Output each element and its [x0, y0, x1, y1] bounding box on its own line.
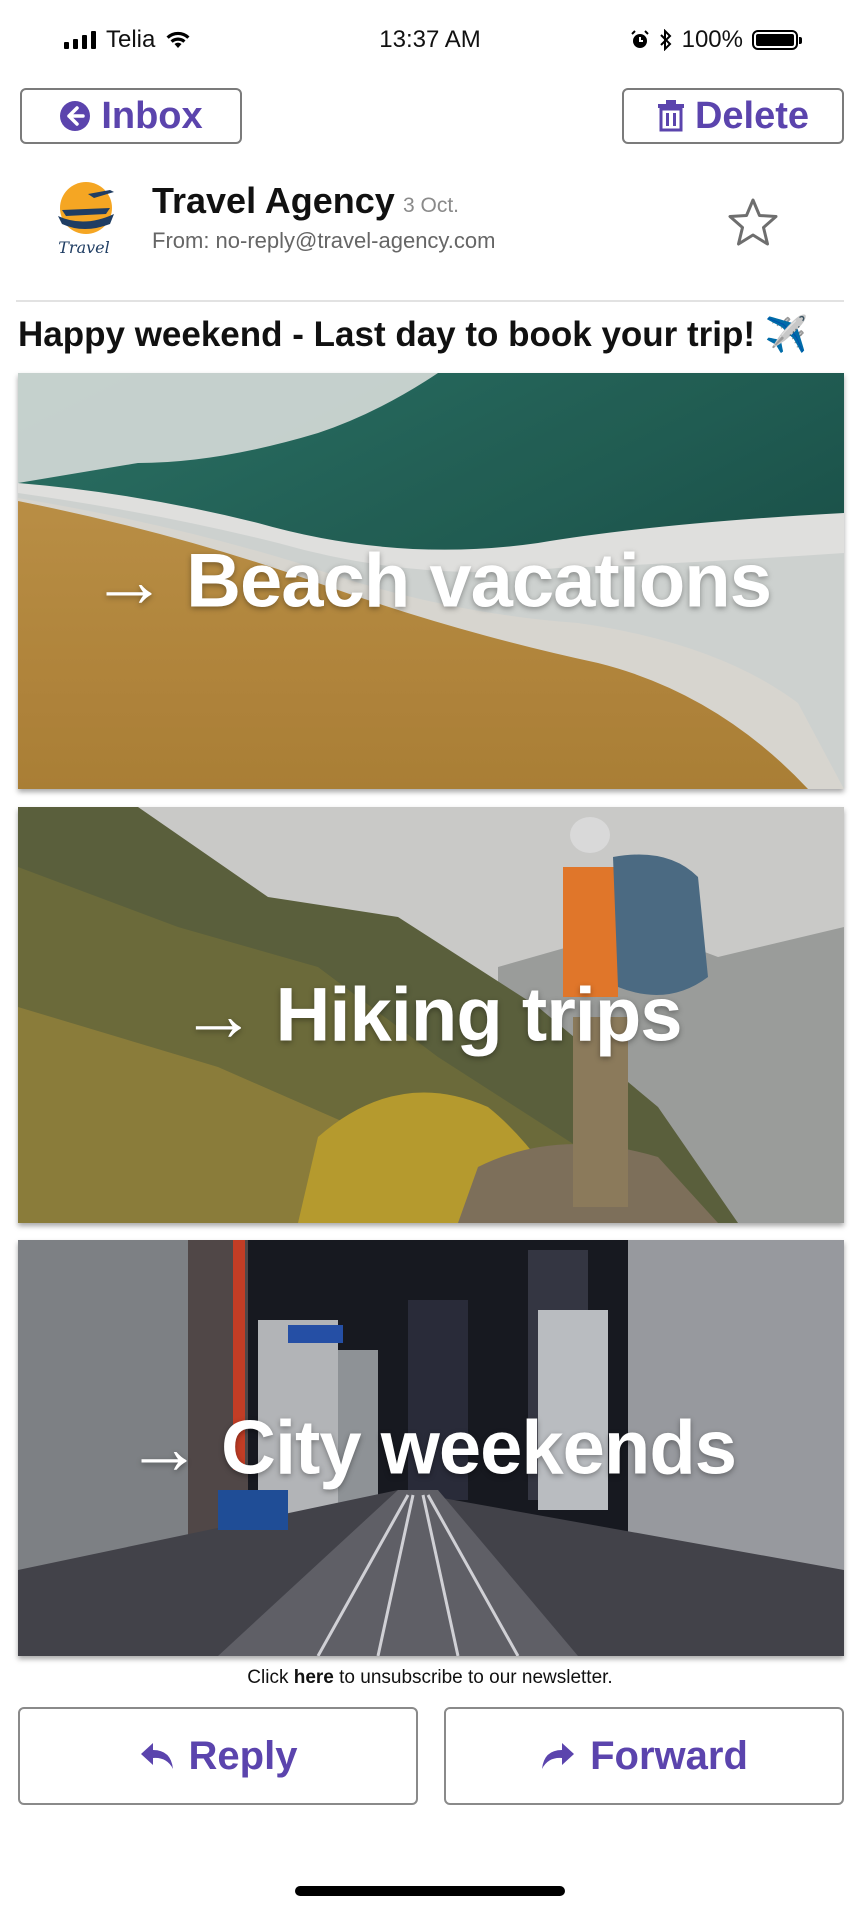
- star-icon[interactable]: [726, 196, 780, 250]
- bluetooth-icon: [659, 29, 672, 51]
- email-date: 3 Oct.: [403, 194, 460, 217]
- city-weekends-label: → City weekends: [125, 1405, 737, 1491]
- email-subject: Happy weekend - Last day to book your tr…: [18, 315, 809, 354]
- hiking-trips-banner[interactable]: → Hiking trips: [18, 807, 844, 1223]
- reply-button[interactable]: Reply: [18, 1707, 418, 1805]
- sender-name: Travel Agency: [152, 180, 395, 221]
- forward-icon: [542, 1743, 575, 1769]
- beach-vacations-banner[interactable]: → Beach vacations: [18, 373, 844, 789]
- delete-button[interactable]: Delete: [622, 88, 844, 144]
- inbox-label: Inbox: [101, 94, 203, 137]
- delete-label: Delete: [694, 94, 810, 137]
- alarm-icon: [630, 30, 649, 48]
- trash-icon: [657, 100, 684, 132]
- reply-label: Reply: [188, 1733, 298, 1778]
- hiking-trips-label: → Hiking trips: [180, 972, 682, 1058]
- status-right: 100%: [630, 26, 802, 54]
- unsubscribe-text: Click here to unsubscribe to our newslet…: [0, 1667, 860, 1689]
- forward-button[interactable]: Forward: [444, 1707, 844, 1805]
- back-arrow-circle-icon: [60, 101, 91, 131]
- forward-label: Forward: [590, 1733, 748, 1778]
- inbox-button[interactable]: Inbox: [20, 88, 242, 144]
- beach-vacations-label: → Beach vacations: [91, 538, 772, 624]
- logo-text: Travel: [58, 238, 109, 257]
- unsubscribe-link[interactable]: here: [294, 1667, 334, 1688]
- home-indicator[interactable]: [295, 1886, 565, 1896]
- battery-icon: [752, 30, 802, 50]
- status-bar: Telia 13:37 AM 100%: [0, 0, 860, 80]
- travel-agency-logo: Travel: [58, 182, 114, 257]
- unsubscribe-suffix: to unsubscribe to our newsletter.: [333, 1667, 613, 1688]
- unsubscribe-prefix: Click: [247, 1667, 294, 1688]
- battery-percent: 100%: [681, 26, 743, 53]
- header-divider: [16, 300, 844, 302]
- city-weekends-banner[interactable]: → City weekends: [18, 1240, 844, 1656]
- from-address: From: no-reply@travel-agency.com: [152, 228, 496, 253]
- reply-icon: [140, 1743, 173, 1769]
